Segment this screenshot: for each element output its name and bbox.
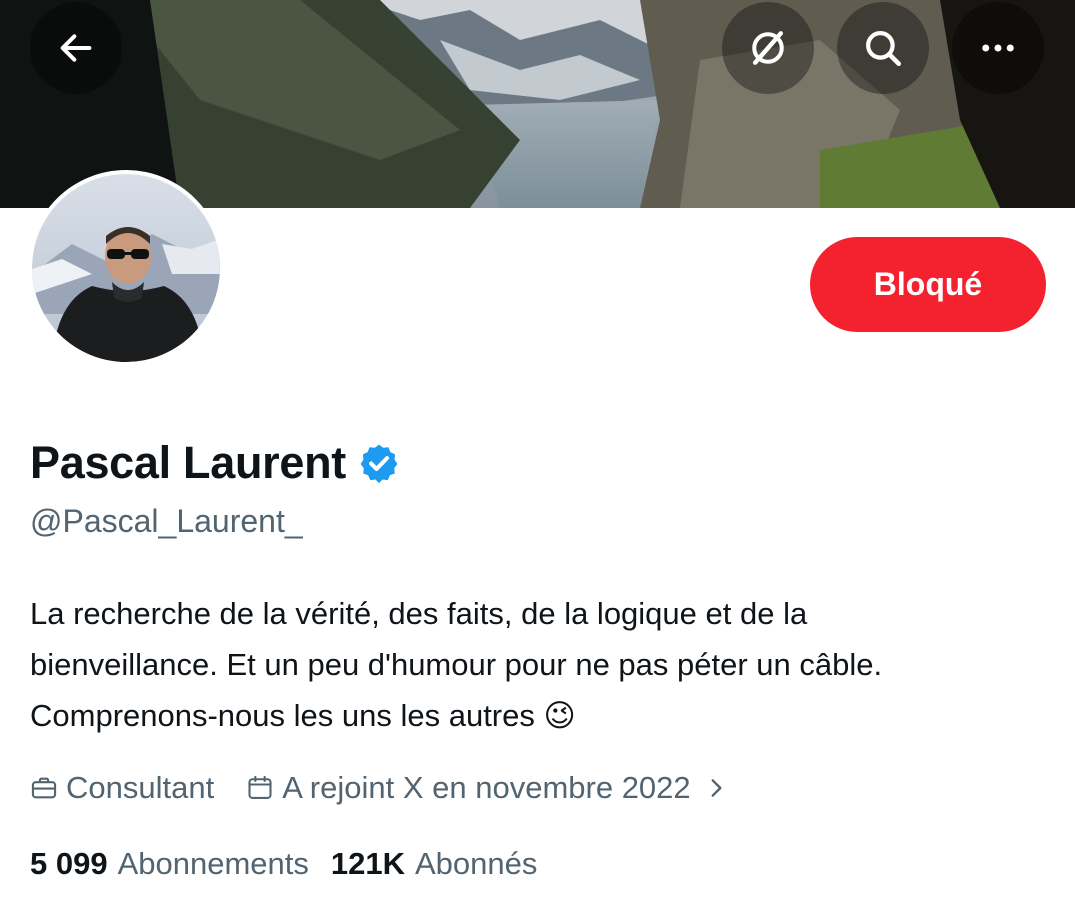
back-button[interactable] [30, 2, 122, 94]
profile-name-row: Pascal Laurent [30, 437, 400, 489]
verified-badge-icon[interactable] [358, 442, 400, 484]
more-horizontal-icon [982, 44, 1014, 52]
followers-link[interactable]: 121K Abonnés [331, 846, 538, 882]
joined-label: A rejoint X en novembre 2022 [282, 770, 691, 805]
calendar-icon [248, 775, 272, 799]
more-button[interactable] [952, 2, 1044, 94]
search-button[interactable] [837, 2, 929, 94]
job-label: Consultant [66, 770, 215, 805]
followers-count: 121K [330, 846, 405, 881]
following-link[interactable]: 5 099 Abonnements [30, 846, 309, 882]
profile-handle: @Pascal_Laurent_ [30, 503, 303, 539]
profile-meta: Consultant A rejoint X en novembre 2022 [30, 770, 729, 806]
profile-bio: La recherche de la vérité, des faits, de… [30, 596, 883, 733]
briefcase-icon [31, 777, 57, 799]
profile-name: Pascal Laurent [30, 437, 346, 488]
following-label: Abonnements [117, 846, 309, 881]
followers-label: Abonnés [415, 846, 538, 881]
blocked-button[interactable]: Bloqué [810, 237, 1046, 332]
arrow-left-icon [60, 34, 92, 62]
job-info: Consultant [30, 770, 214, 806]
following-count: 5 099 [30, 846, 108, 881]
grok-icon [752, 31, 784, 65]
chevron-right-icon [711, 779, 722, 797]
joined-date[interactable]: A rejoint X en novembre 2022 [246, 770, 728, 806]
grok-button[interactable] [722, 2, 814, 94]
profile-stats: 5 099 Abonnements 121K Abonnés [30, 846, 537, 882]
avatar[interactable] [28, 170, 224, 366]
search-icon [866, 31, 902, 67]
